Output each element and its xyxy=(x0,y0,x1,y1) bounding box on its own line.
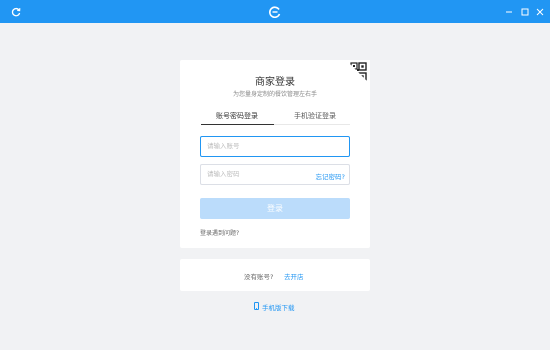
title-bar xyxy=(0,0,550,23)
minimize-icon[interactable] xyxy=(502,0,516,23)
app-logo-icon xyxy=(266,0,284,23)
forgot-password-link[interactable]: 忘记密码? xyxy=(316,171,345,181)
tab-divider xyxy=(274,124,350,125)
no-account-label: 没有账号? xyxy=(244,273,274,281)
close-icon[interactable] xyxy=(533,0,547,23)
active-tab-indicator xyxy=(201,124,274,125)
tab-account-login[interactable]: 账号密码登录 xyxy=(198,109,276,123)
phone-icon xyxy=(254,302,259,312)
mobile-download-link[interactable]: 手机版下载 xyxy=(254,302,295,312)
login-subtitle: 为您量身定制的餐饮管理左右手 xyxy=(232,91,317,98)
refresh-icon[interactable] xyxy=(8,0,24,23)
register-card: 没有账号? 去开店 xyxy=(180,259,370,291)
login-button[interactable]: 登录 xyxy=(200,198,350,219)
maximize-icon[interactable] xyxy=(518,0,532,23)
tab-phone-login[interactable]: 手机验证登录 xyxy=(276,109,354,123)
account-input[interactable]: 请输入账号 xyxy=(200,136,350,157)
open-store-link[interactable]: 去开店 xyxy=(284,271,304,281)
login-title: 商家登录 xyxy=(255,77,295,88)
login-card: 商家登录 为您量身定制的餐饮管理左右手 账号密码登录 手机验证登录 请输入账号 … xyxy=(180,60,370,248)
login-problem-link[interactable]: 登录遇到问题? xyxy=(200,228,239,237)
mobile-download-label: 手机版下载 xyxy=(262,304,295,312)
